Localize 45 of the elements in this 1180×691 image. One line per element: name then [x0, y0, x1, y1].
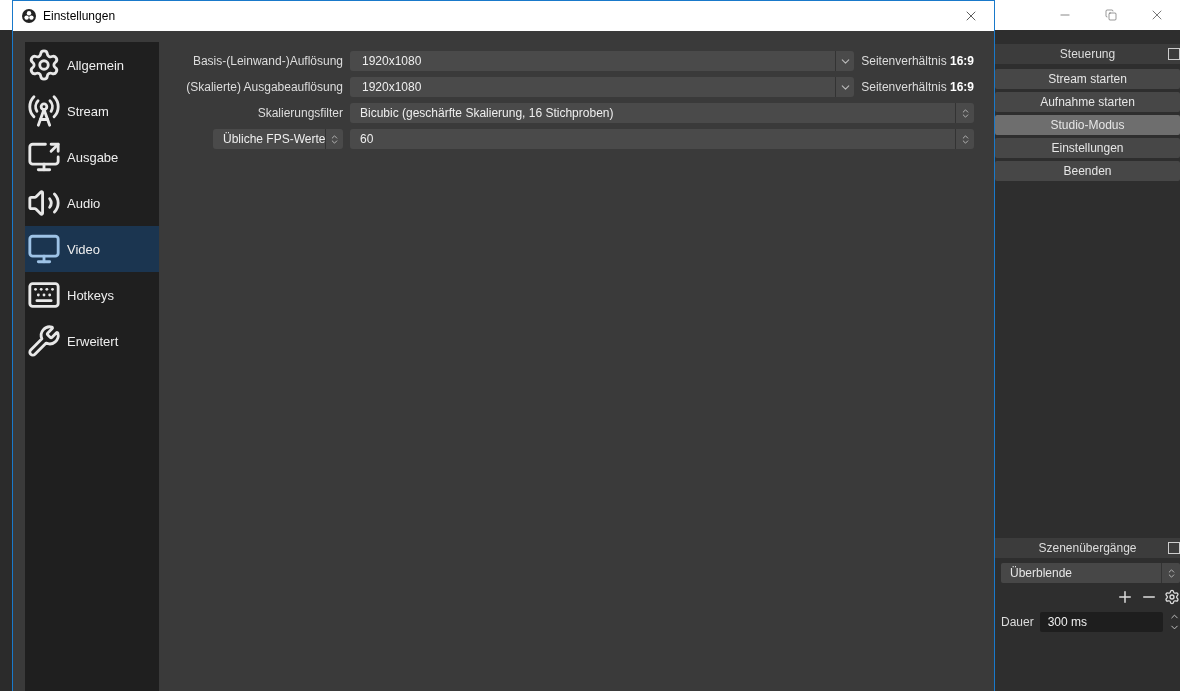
sidebar-label: Erweitert	[67, 333, 119, 349]
add-icon[interactable]	[1116, 588, 1134, 606]
sidebar-item[interactable]: Hotkeys	[25, 272, 159, 318]
duration-field[interactable]: 300 ms	[1039, 612, 1163, 632]
dock-button[interactable]: Studio-Modus	[995, 115, 1180, 135]
dropdown[interactable]: 60	[350, 129, 974, 149]
radio-tower-icon	[27, 94, 61, 128]
restore-icon	[1105, 9, 1117, 21]
dock-title: Steuerung	[1059, 47, 1116, 61]
sidebar-item[interactable]: Allgemein	[25, 42, 159, 88]
sidebar-item[interactable]: Video	[25, 226, 159, 272]
logo-icon	[22, 9, 36, 23]
dock-button[interactable]: Stream starten	[995, 69, 1180, 89]
sidebar-item[interactable]: Erweitert	[25, 318, 159, 364]
sidebar-label: Hotkeys	[67, 287, 114, 303]
dropdown[interactable]: Bicubic (geschärfte Skalierung, 16 Stichproben)	[350, 103, 974, 123]
dropdown[interactable]: 1920x1080	[350, 51, 855, 71]
sidebar-item[interactable]: Ausgabe	[25, 134, 159, 180]
fps-type-dropdown[interactable]: Übliche FPS-Werte	[213, 129, 343, 149]
duration-label: Dauer	[1001, 615, 1034, 629]
setting-label: Skalierungsfilter	[256, 106, 343, 120]
float-icon[interactable]	[1168, 542, 1180, 554]
dock-button[interactable]: Einstellungen	[995, 138, 1180, 158]
sidebar-label: Video	[67, 241, 100, 257]
dock-button[interactable]: Aufnahme starten	[995, 92, 1180, 112]
sidebar-label: Stream	[67, 103, 109, 119]
sidebar-label: Audio	[67, 195, 101, 211]
setting-label: (Skalierte) Ausgabeauflösung	[185, 80, 343, 94]
float-icon[interactable]	[1168, 48, 1180, 60]
setting-label: Basis-(Leinwand-)Auflösung	[191, 54, 343, 68]
transition-dropdown[interactable]: Überblende	[1001, 563, 1180, 583]
sidebar-item[interactable]: Audio	[25, 180, 159, 226]
dropdown[interactable]: 1920x1080	[350, 77, 855, 97]
wrench-icon	[27, 324, 61, 358]
aspect-ratio-text: Seitenverhältnis 16:9	[861, 80, 974, 94]
dialog-title: Einstellungen	[43, 9, 117, 23]
dock-title: Szenenübergänge	[1038, 541, 1137, 555]
settings-icon[interactable]	[1164, 589, 1180, 605]
sidebar-item[interactable]: Stream	[25, 88, 159, 134]
sidebar-label: Ausgabe	[67, 149, 119, 165]
dock-button[interactable]: Beenden	[995, 161, 1180, 181]
monitor-icon	[27, 232, 61, 266]
gear-icon	[27, 48, 61, 82]
sidebar-label: Allgemein	[67, 57, 125, 73]
aspect-ratio-text: Seitenverhältnis 16:9	[861, 54, 974, 68]
